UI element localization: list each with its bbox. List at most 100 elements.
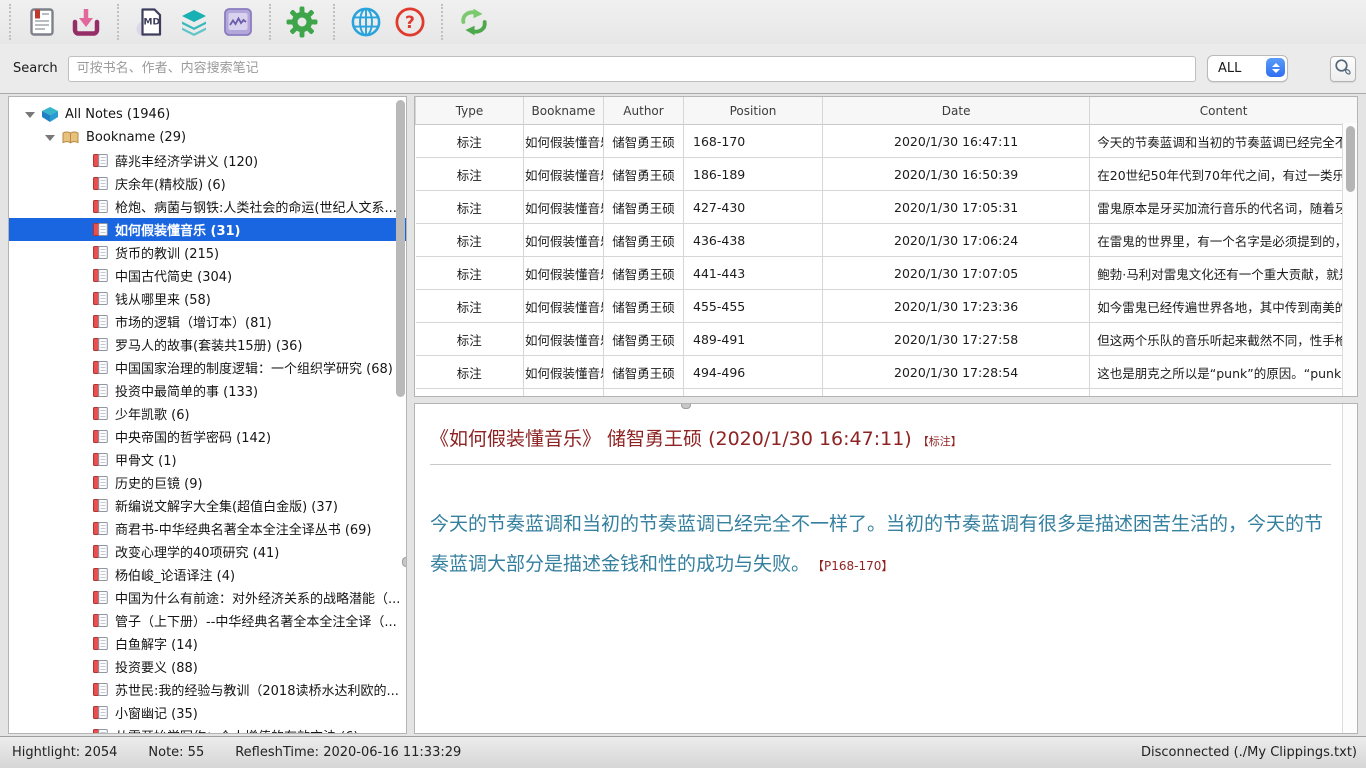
disclosure-triangle-icon[interactable] xyxy=(25,112,35,118)
column-header[interactable]: Date xyxy=(823,97,1090,125)
red-book-icon xyxy=(93,292,108,305)
layers-button[interactable] xyxy=(172,2,216,42)
notes-document-button[interactable] xyxy=(20,2,64,42)
red-book-icon xyxy=(93,177,108,190)
cell-type: 标注 xyxy=(416,257,524,290)
sidebar-item-book[interactable]: 薛兆丰经济学讲义 (120) xyxy=(9,149,406,172)
sidebar-item-book[interactable]: 中国古代简史 (304) xyxy=(9,264,406,287)
sidebar-item-book[interactable]: 枪炮、病菌与钢铁:人类社会的命运(世纪人文系... xyxy=(9,195,406,218)
toolbar: MD ? xyxy=(0,0,1366,45)
search-input[interactable] xyxy=(68,56,1196,82)
table-scrollbar-thumb[interactable] xyxy=(1346,126,1355,192)
splitter-handle[interactable] xyxy=(681,403,691,409)
book-label: 如何假装懂音乐 (31) xyxy=(115,220,241,239)
column-header[interactable]: Content xyxy=(1090,97,1357,125)
sidebar-item-book[interactable]: 庆余年(精校版) (6) xyxy=(9,172,406,195)
sidebar-item-book[interactable]: 投资中最简单的事 (133) xyxy=(9,379,406,402)
book-label: 中央帝国的哲学密码 (142) xyxy=(115,427,271,446)
cell-type: 标注 xyxy=(416,323,524,356)
sidebar-item-book[interactable]: 历史的巨镜 (9) xyxy=(9,471,406,494)
red-book-icon xyxy=(93,338,108,351)
book-label: 改变心理学的40项研究 (41) xyxy=(115,542,279,561)
red-book-icon xyxy=(93,223,108,236)
sidebar-item-book[interactable]: 投资要义 (88) xyxy=(9,655,406,678)
notes-table: TypeBooknameAuthorPositionDateContent 标注… xyxy=(415,97,1357,397)
sidebar-item-book[interactable]: 甲骨文 (1) xyxy=(9,448,406,471)
cell-type: 标注 xyxy=(416,290,524,323)
bookname-group-label: Bookname (29) xyxy=(86,130,186,145)
table-row[interactable]: 标注 如何假装懂音乐 储智勇王硕 489-491 2020/1/30 17:27… xyxy=(416,323,1358,356)
sidebar-item-book[interactable]: 罗马人的故事(套装共15册) (36) xyxy=(9,333,406,356)
sidebar-item-book[interactable]: 中央帝国的哲学密码 (142) xyxy=(9,425,406,448)
cell-type: 标注 xyxy=(416,356,524,389)
sidebar-item-book[interactable]: 钱从哪里来 (58) xyxy=(9,287,406,310)
book-tree: All Notes (1946) Bookname (29) 薛兆丰经济学讲义 … xyxy=(9,97,406,734)
table-row[interactable]: 标注 如何假装懂音乐 储智勇王硕 455-455 2020/1/30 17:23… xyxy=(416,290,1358,323)
cell-author: 储智勇王硕 xyxy=(604,158,684,191)
help-button[interactable]: ? xyxy=(388,2,432,42)
red-book-icon xyxy=(93,637,108,650)
book-label: 中国古代简史 (304) xyxy=(115,266,232,285)
red-book-icon xyxy=(93,706,108,719)
book-label: 新编说文解字大全集(超值白金版) (37) xyxy=(115,496,338,515)
column-header[interactable]: Bookname xyxy=(524,97,604,125)
table-row[interactable]: 标注 如何假装懂音乐 储智勇王硕 500-501 2020/1/30 17:29… xyxy=(416,389,1358,398)
sidebar-item-bookname-group[interactable]: Bookname (29) xyxy=(9,126,406,149)
red-book-icon xyxy=(93,545,108,558)
sidebar-item-book[interactable]: 商君书-中华经典名著全本全注全译丛书 (69) xyxy=(9,517,406,540)
stepper-icon xyxy=(1266,58,1285,77)
sidebar-item-book[interactable]: 新编说文解字大全集(超值白金版) (37) xyxy=(9,494,406,517)
column-header[interactable]: Type xyxy=(416,97,524,125)
table-row[interactable]: 标注 如何假装懂音乐 储智勇王硕 441-443 2020/1/30 17:07… xyxy=(416,257,1358,290)
sidebar-item-book[interactable]: 货币的教训 (215) xyxy=(9,241,406,264)
refresh-button[interactable] xyxy=(452,2,496,42)
sidebar-item-all-notes[interactable]: All Notes (1946) xyxy=(9,103,406,126)
layers-icon xyxy=(179,7,209,37)
disclosure-triangle-icon[interactable] xyxy=(45,135,55,141)
table-row[interactable]: 标注 如何假装懂音乐 储智勇王硕 427-430 2020/1/30 17:05… xyxy=(416,191,1358,224)
sidebar-item-book[interactable]: 小窗幽记 (35) xyxy=(9,701,406,724)
sidebar-item-book[interactable]: 少年凯歌 (6) xyxy=(9,402,406,425)
search-button[interactable] xyxy=(1330,56,1356,82)
sidebar-item-book[interactable]: 如何假装懂音乐 (31) xyxy=(9,218,406,241)
sidebar-item-book[interactable]: 中国国家治理的制度逻辑：一个组织学研究 (68) xyxy=(9,356,406,379)
sidebar-item-book[interactable]: 中国为什么有前途：对外经济关系的战略潜能（... xyxy=(9,586,406,609)
column-header[interactable]: Author xyxy=(604,97,684,125)
red-book-icon xyxy=(93,315,108,328)
filter-select[interactable]: ALL xyxy=(1207,55,1288,82)
settings-button[interactable] xyxy=(280,2,324,42)
note-detail-body: 今天的节奏蓝调和当初的节奏蓝调已经完全不一样了。当初的节奏蓝调有很多是描述困苦生… xyxy=(430,504,1331,586)
import-clippings-button[interactable] xyxy=(64,2,108,42)
svg-text:?: ? xyxy=(405,13,415,33)
sidebar-item-book[interactable]: 从零开始学写作：个人增值的有效方法 (6) xyxy=(9,724,406,734)
sidebar-item-book[interactable]: 市场的逻辑（增订本）(81) xyxy=(9,310,406,333)
cell-position: 500-501 xyxy=(684,389,823,398)
column-header[interactable]: Position xyxy=(684,97,823,125)
cell-type: 标注 xyxy=(416,125,524,158)
cell-type: 标注 xyxy=(416,191,524,224)
sidebar-item-book[interactable]: 苏世民:我的经验与教训（2018读桥水达利欧的... xyxy=(9,678,406,701)
sidebar: All Notes (1946) Bookname (29) 薛兆丰经济学讲义 … xyxy=(8,96,407,734)
sidebar-item-book[interactable]: 白鱼解字 (14) xyxy=(9,632,406,655)
red-book-icon xyxy=(93,476,108,489)
svg-text:MD: MD xyxy=(144,18,160,28)
book-label: 罗马人的故事(套装共15册) (36) xyxy=(115,335,303,354)
sidebar-scrollbar-thumb[interactable] xyxy=(396,100,405,397)
table-row[interactable]: 标注 如何假装懂音乐 储智勇王硕 186-189 2020/1/30 16:50… xyxy=(416,158,1358,191)
table-row[interactable]: 标注 如何假装懂音乐 储智勇王硕 494-496 2020/1/30 17:28… xyxy=(416,356,1358,389)
table-row[interactable]: 标注 如何假装懂音乐 储智勇王硕 168-170 2020/1/30 16:47… xyxy=(416,125,1358,158)
search-label: Search xyxy=(13,61,58,76)
splitter-handle[interactable] xyxy=(402,557,407,567)
detail-scrollbar-track[interactable] xyxy=(1342,404,1357,733)
sidebar-item-book[interactable]: 杨伯峻_论语译注 (4) xyxy=(9,563,406,586)
web-button[interactable] xyxy=(344,2,388,42)
statistics-button[interactable] xyxy=(216,2,260,42)
markdown-export-button[interactable]: MD xyxy=(128,2,172,42)
book-label: 钱从哪里来 (58) xyxy=(115,289,211,308)
cell-date: 2020/1/30 17:29:28 xyxy=(823,389,1090,398)
toolbar-separator xyxy=(117,4,119,40)
sidebar-item-book[interactable]: 改变心理学的40项研究 (41) xyxy=(9,540,406,563)
sidebar-item-book[interactable]: 管子（上下册）--中华经典名著全本全注全译（... xyxy=(9,609,406,632)
book-label: 杨伯峻_论语译注 (4) xyxy=(115,565,235,584)
table-row[interactable]: 标注 如何假装懂音乐 储智勇王硕 436-438 2020/1/30 17:06… xyxy=(416,224,1358,257)
